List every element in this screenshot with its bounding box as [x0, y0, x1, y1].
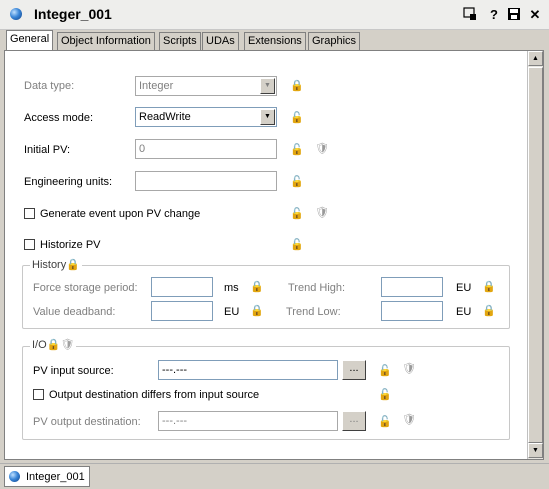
object-orb-icon	[9, 471, 20, 482]
pv-input-source-label: PV input source:	[33, 365, 114, 377]
trend-high-label: Trend High:	[288, 282, 346, 294]
history-title: History🔒	[30, 258, 82, 272]
vertical-scrollbar[interactable]: ▲ ▼	[527, 51, 543, 459]
shield-icon: 🛡	[60, 339, 75, 351]
output-differs-label: Output destination differs from input so…	[49, 389, 260, 401]
history-title-text: History	[32, 259, 67, 271]
value-deadband-label: Value deadband:	[33, 306, 116, 318]
chevron-down-icon: ▼	[260, 109, 275, 125]
shield-icon[interactable]: 🛡	[402, 362, 416, 376]
lock-gray-icon: 🔒	[250, 281, 264, 293]
save-icon[interactable]	[506, 7, 522, 23]
data-type-label: Data type:	[24, 80, 75, 92]
force-storage-period-input[interactable]	[151, 277, 213, 297]
lock-gray-icon: 🔒	[482, 281, 496, 293]
bottom-tab-label: Integer_001	[26, 471, 85, 483]
trend-high-input[interactable]	[381, 277, 443, 297]
scroll-up-icon[interactable]: ▲	[528, 51, 543, 66]
pv-output-destination-label: PV output destination:	[33, 416, 141, 428]
tab-graphics[interactable]: Graphics	[308, 32, 361, 50]
value-deadband-input[interactable]	[151, 301, 213, 321]
chevron-down-icon: ▼	[260, 78, 275, 94]
lock-open-icon[interactable]: 🔓	[378, 388, 392, 402]
io-title-text: I/O	[32, 339, 47, 351]
trend-low-unit: EU	[456, 306, 472, 318]
lock-gray-icon: 🔒	[250, 305, 264, 317]
engineering-units-input[interactable]	[135, 171, 277, 191]
help-icon[interactable]: ?	[486, 7, 502, 23]
value-deadband-unit: EU	[224, 306, 240, 318]
lock-open-icon[interactable]: 🔓	[290, 111, 304, 125]
trend-low-label: Trend Low:	[286, 306, 341, 318]
initial-pv-input[interactable]: 0	[135, 139, 277, 159]
close-icon[interactable]: ✕	[527, 7, 543, 23]
historize-pv-label: Historize PV	[40, 239, 101, 251]
lock-open-icon[interactable]: 🔓	[290, 175, 304, 189]
scroll-thumb[interactable]	[528, 67, 543, 443]
object-orb-icon	[10, 8, 22, 20]
lock-open-icon[interactable]: 🔓	[378, 415, 392, 429]
trend-low-input[interactable]	[381, 301, 443, 321]
access-mode-select[interactable]: ReadWrite ▼	[135, 107, 277, 127]
scroll-down-icon[interactable]: ▼	[528, 443, 543, 458]
pv-output-destination-input[interactable]: ---.---	[158, 411, 338, 431]
data-type-value: Integer	[139, 80, 174, 92]
initial-pv-label: Initial PV:	[24, 144, 71, 156]
lock-open-icon[interactable]: 🔓	[290, 238, 304, 252]
tab-object-information[interactable]: Object Information	[57, 32, 155, 50]
lock-open-icon[interactable]: 🔓	[290, 207, 304, 221]
tab-extensions[interactable]: Extensions	[244, 32, 306, 50]
io-title: I/O🔒🛡	[30, 338, 77, 352]
tab-scripts[interactable]: Scripts	[159, 32, 201, 50]
trend-high-unit: EU	[456, 282, 472, 294]
lock-open-icon[interactable]: 🔓	[290, 143, 304, 157]
force-storage-period-label: Force storage period:	[33, 282, 138, 294]
tab-udas[interactable]: UDAs	[202, 32, 239, 50]
access-mode-value: ReadWrite	[139, 111, 191, 123]
force-storage-period-unit: ms	[224, 282, 239, 294]
shield-icon[interactable]: 🛡	[315, 206, 329, 220]
data-type-select[interactable]: Integer ▼	[135, 76, 277, 96]
lock-closed-icon[interactable]: 🔒	[290, 79, 304, 93]
pv-input-source-input[interactable]: ---.---	[158, 360, 338, 380]
access-mode-label: Access mode:	[24, 112, 94, 124]
tab-general[interactable]: General	[6, 30, 54, 50]
lock-gray-icon: 🔒	[66, 259, 80, 271]
historize-pv-checkbox[interactable]	[24, 239, 35, 250]
shield-icon[interactable]: 🛡	[315, 142, 329, 156]
generate-event-checkbox[interactable]	[24, 208, 35, 219]
lock-icon[interactable]	[462, 7, 478, 23]
window-title: Integer_001	[34, 6, 112, 22]
shield-icon[interactable]: 🛡	[402, 413, 416, 427]
output-differs-checkbox[interactable]	[33, 389, 44, 400]
lock-gray-icon: 🔒	[482, 305, 496, 317]
pv-input-browse-button[interactable]: ...	[342, 360, 366, 380]
pv-output-browse-button[interactable]: ...	[342, 411, 366, 431]
engineering-units-label: Engineering units:	[24, 176, 113, 188]
tab-strip: General Object Information Scripts UDAs …	[4, 30, 544, 50]
generate-event-label: Generate event upon PV change	[40, 208, 201, 220]
lock-gray-icon: 🔒	[46, 339, 61, 351]
lock-open-icon[interactable]: 🔓	[378, 364, 392, 378]
